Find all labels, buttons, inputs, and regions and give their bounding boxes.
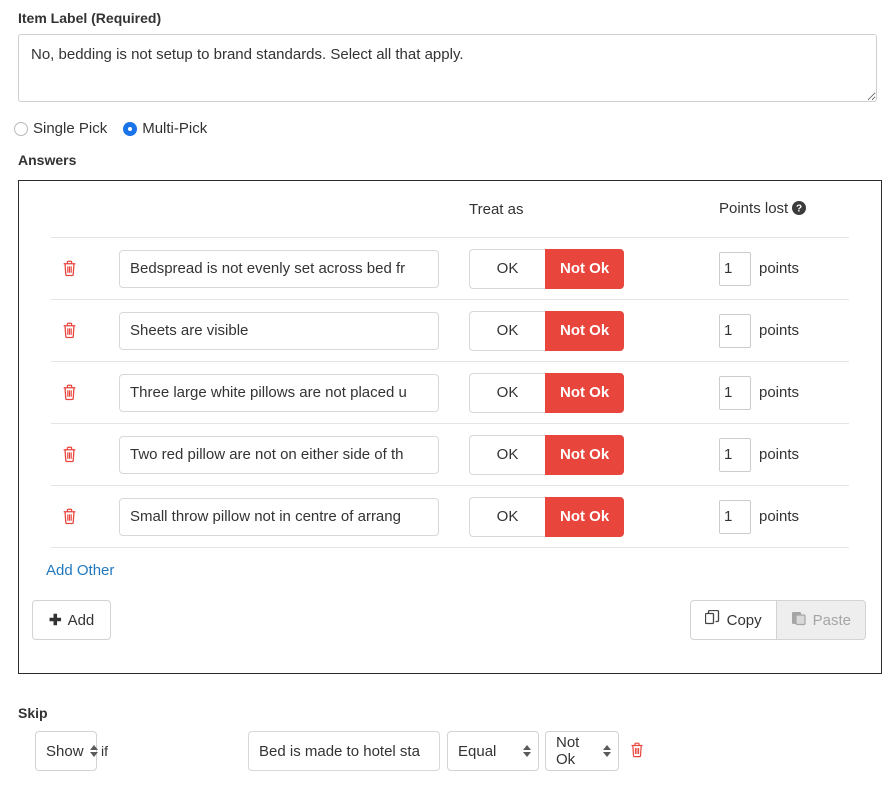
skip-delete-icon[interactable]	[630, 742, 644, 761]
treat-as-ok-button[interactable]: OK	[469, 434, 545, 475]
add-answer-button-label: Add	[67, 611, 95, 629]
row-divider	[51, 547, 849, 548]
item-label-heading: Item Label (Required)	[18, 10, 162, 26]
header-cell-treat-as: Treat as	[469, 200, 524, 218]
copy-button[interactable]: Copy	[689, 600, 776, 640]
table-row: OKNot Ok points	[19, 238, 881, 299]
copy-icon	[704, 609, 720, 630]
skip-question-input[interactable]	[248, 731, 440, 771]
delete-answer-icon[interactable]	[62, 384, 77, 401]
delete-answer-icon[interactable]	[62, 446, 77, 463]
radio-icon-single-pick	[14, 121, 28, 136]
points-suffix-label: points	[759, 260, 800, 277]
header-label-points-lost: Points lost	[719, 199, 789, 217]
chevron-updown-icon	[89, 745, 98, 757]
answer-text-input[interactable]	[119, 249, 439, 288]
answer-text-input[interactable]	[119, 311, 439, 350]
answer-rows-container: OKNot OkpointsOKNot OkpointsOKNot Okpoin…	[19, 238, 881, 548]
treat-as-not-ok-button[interactable]: Not Ok	[545, 248, 625, 289]
radio-icon-multi-pick	[123, 121, 138, 136]
treat-as-toggle: OK Not Ok	[469, 310, 625, 351]
radio-label-single-pick: Single Pick	[33, 120, 108, 137]
answer-text-input[interactable]	[119, 435, 439, 474]
answer-text-input[interactable]	[119, 497, 439, 536]
chevron-updown-icon	[603, 745, 611, 757]
skip-operator-select[interactable]: Equal	[447, 731, 539, 771]
points-lost-input[interactable]	[719, 251, 751, 286]
answers-panel: Treat as Points lost? OKNot OkpointsOKNo…	[18, 180, 882, 674]
skip-show-select[interactable]: Show	[35, 731, 98, 771]
paste-icon	[791, 610, 806, 630]
answer-text-input[interactable]	[119, 373, 439, 412]
table-row: OKNot Ok points	[19, 300, 881, 361]
answers-panel-footer: ✚ Add Copy Paste	[19, 593, 881, 673]
add-other-link[interactable]: Add Other	[46, 562, 114, 579]
add-answer-button[interactable]: ✚ Add	[32, 600, 112, 640]
answers-heading: Answers	[18, 152, 77, 168]
treat-as-ok-button[interactable]: OK	[469, 496, 545, 537]
points-suffix-label: points	[759, 508, 800, 525]
svg-text:?: ?	[796, 203, 802, 214]
radio-label-multi-pick: Multi-Pick	[142, 120, 208, 137]
radio-option-single-pick[interactable]: Single Pick	[14, 120, 107, 137]
treat-as-not-ok-button[interactable]: Not Ok	[545, 372, 625, 413]
treat-as-toggle: OK Not Ok	[469, 496, 625, 537]
points-lost-input[interactable]	[719, 437, 751, 472]
treat-as-ok-button[interactable]: OK	[469, 372, 545, 413]
skip-operator-select-value: Equal	[458, 742, 497, 760]
paste-button[interactable]: Paste	[775, 600, 866, 640]
radio-option-multi-pick[interactable]: Multi-Pick	[123, 120, 207, 137]
item-label-textarea[interactable]	[18, 34, 877, 102]
copy-paste-group: Copy Paste	[689, 600, 866, 640]
skip-show-select-value: Show	[46, 742, 84, 760]
treat-as-ok-button[interactable]: OK	[469, 248, 545, 289]
points-suffix-label: points	[759, 322, 800, 339]
table-row: OKNot Ok points	[19, 424, 881, 485]
delete-answer-icon[interactable]	[62, 322, 77, 339]
treat-as-toggle: OK Not Ok	[469, 248, 625, 289]
chevron-updown-icon	[523, 745, 531, 757]
skip-value-select-value: Not Ok	[556, 734, 580, 768]
table-row: OKNot Ok points	[19, 362, 881, 423]
points-suffix-label: points	[759, 446, 800, 463]
points-lost-input[interactable]	[719, 375, 751, 410]
plus-icon: ✚	[49, 612, 62, 629]
treat-as-not-ok-button[interactable]: Not Ok	[545, 434, 625, 475]
help-icon[interactable]: ?	[792, 200, 807, 219]
treat-as-ok-button[interactable]: OK	[469, 310, 545, 351]
points-lost-input[interactable]	[719, 499, 751, 534]
points-suffix-label: points	[759, 384, 800, 401]
paste-button-label: Paste	[812, 611, 851, 629]
answers-table-header: Treat as Points lost?	[19, 181, 881, 237]
delete-answer-icon[interactable]	[62, 260, 77, 277]
header-cell-points-lost: Points lost?	[719, 200, 881, 219]
treat-as-not-ok-button[interactable]: Not Ok	[545, 310, 625, 351]
skip-value-select[interactable]: Not Ok	[545, 731, 619, 771]
delete-answer-icon[interactable]	[62, 508, 77, 525]
treat-as-toggle: OK Not Ok	[469, 372, 625, 413]
treat-as-toggle: OK Not Ok	[469, 434, 625, 475]
table-row: OKNot Ok points	[19, 486, 881, 547]
treat-as-not-ok-button[interactable]: Not Ok	[545, 496, 625, 537]
skip-if-label: if	[101, 743, 108, 759]
copy-button-label: Copy	[726, 611, 762, 629]
points-lost-input[interactable]	[719, 313, 751, 348]
skip-heading: Skip	[18, 705, 48, 721]
pick-type-group: Single Pick Multi-Pick	[14, 120, 217, 137]
